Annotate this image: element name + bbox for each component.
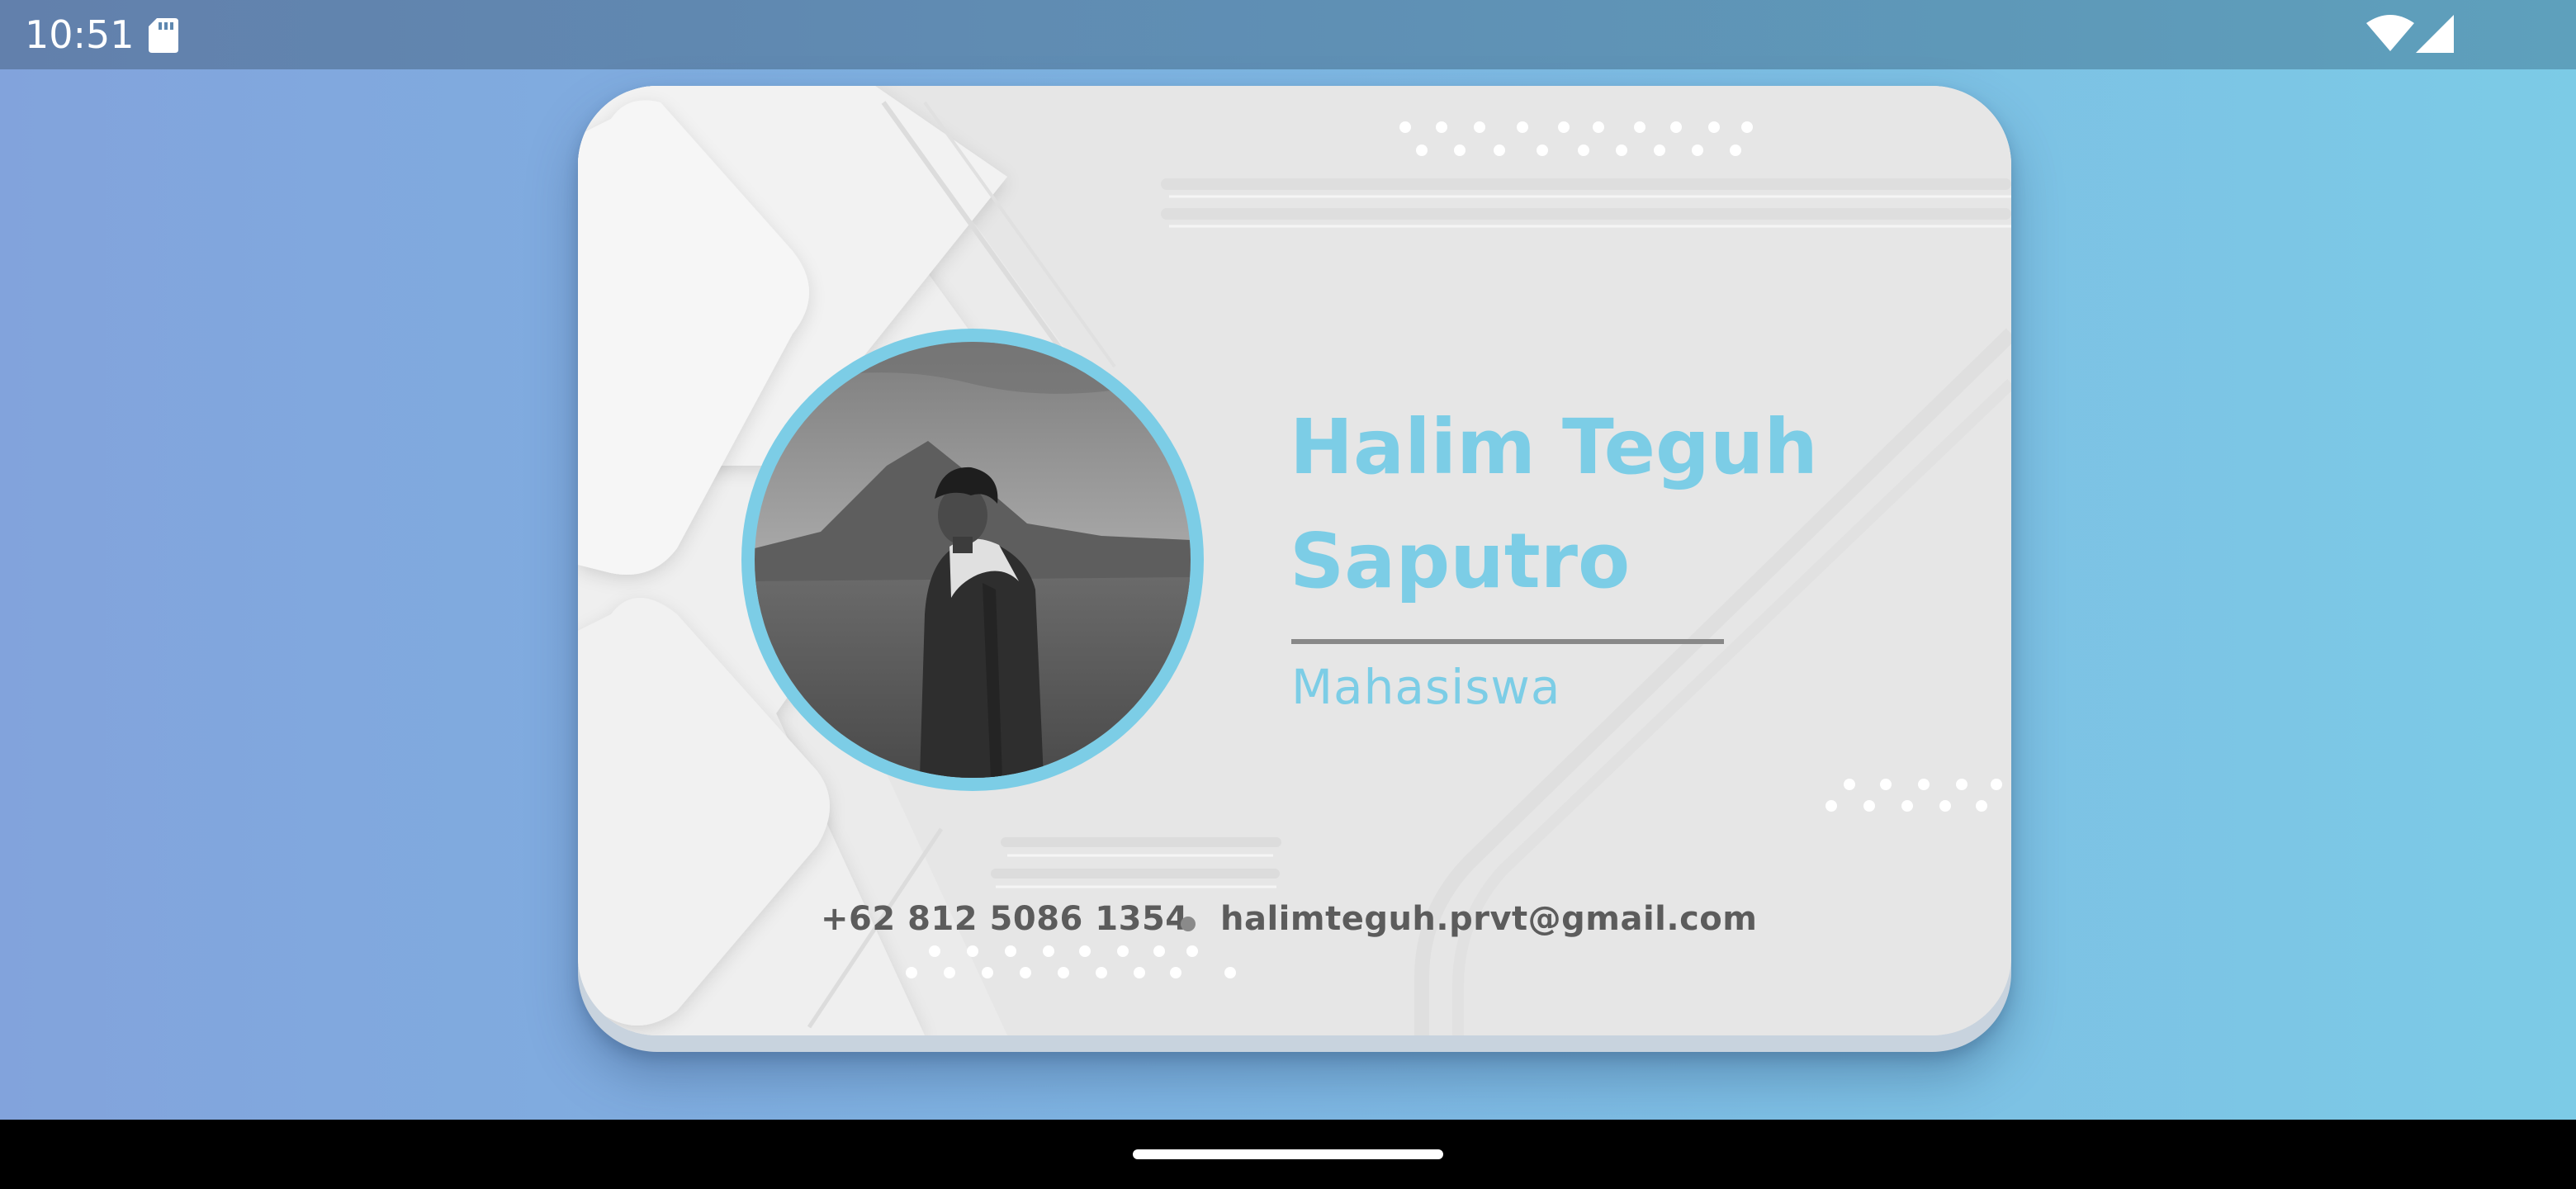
- business-card: Halim Teguh Saputro Mahasiswa +62 812 50…: [578, 86, 2011, 1035]
- name-divider: [1291, 639, 1724, 644]
- status-time: 10:51: [25, 12, 135, 57]
- home-gesture-handle[interactable]: [1133, 1149, 1443, 1159]
- cell-signal-icon: [2416, 15, 2454, 53]
- status-bar: 10:51: [0, 0, 2576, 69]
- profile-photo: [755, 342, 1191, 778]
- contact-separator-dot: [1181, 917, 1196, 931]
- name-second-line: Saputro: [1290, 517, 1631, 605]
- sd-card-icon: [149, 18, 178, 53]
- role-title: Mahasiswa: [1291, 659, 1561, 715]
- wifi-icon: [2366, 15, 2414, 51]
- navigation-bar: [0, 1120, 2576, 1189]
- name-first-line: Halim Teguh: [1290, 403, 1818, 491]
- email-address[interactable]: halimteguh.prvt@gmail.com: [1220, 900, 1757, 938]
- profile-photo-frame: [741, 329, 1204, 791]
- phone-number[interactable]: +62 812 5086 1354: [821, 900, 1189, 938]
